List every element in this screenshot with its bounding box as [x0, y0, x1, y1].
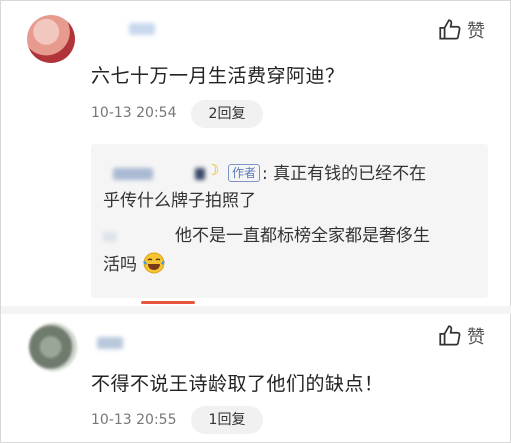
avatar[interactable]: [29, 323, 77, 371]
laughing-crying-emoji-icon: [143, 252, 165, 274]
like-label: 赞: [467, 21, 485, 42]
reply-line: : 真正有钱的已经不在: [262, 164, 427, 184]
author-tag: 作者: [228, 164, 261, 182]
reply-text: 作者: 真正有钱的已经不在: [228, 160, 488, 188]
reply-count-button[interactable]: 2回复: [191, 100, 263, 128]
reply-line: 活吗: [103, 255, 137, 275]
like-label: 赞: [467, 327, 485, 348]
replies-panel[interactable]: ☽ 作者: 真正有钱的已经不在 乎传什么牌子拍照了 他不是一直都标榜全家都是奢侈…: [91, 144, 488, 298]
comment-text: 六七十万一月生活费穿阿迪？: [91, 65, 345, 87]
reply-count-button[interactable]: 1回复: [191, 406, 263, 434]
comment-divider: [1, 306, 511, 314]
reply-username-blurred[interactable]: [103, 232, 117, 242]
active-indicator: [141, 301, 195, 304]
avatar[interactable]: [27, 15, 75, 63]
thumbs-up-icon: [439, 325, 461, 346]
username-blurred[interactable]: [97, 337, 123, 349]
reply-text: 活吗: [103, 251, 166, 279]
reply-username-blurred[interactable]: [113, 168, 153, 180]
username-blurred[interactable]: [129, 23, 155, 35]
thumbs-up-icon: [439, 19, 461, 40]
comment-screenshot: 赞 六七十万一月生活费穿阿迪？ 10-13 20:54 2回复 ☽ 作者: 真正…: [0, 0, 511, 443]
reply-line: 他不是一直都标榜全家都是奢侈生: [175, 226, 430, 246]
reply-username-blurred[interactable]: [195, 168, 205, 180]
comment-time: 10-13 20:54: [91, 105, 177, 121]
comment-time: 10-13 20:55: [91, 412, 177, 428]
comment-text: 不得不说王诗龄取了他们的缺点！: [91, 373, 384, 395]
moon-emoji-icon: ☽: [206, 161, 220, 179]
like-button[interactable]: 赞: [437, 323, 485, 349]
like-button[interactable]: 赞: [437, 17, 485, 43]
reply-line: 乎传什么牌子拍照了: [103, 191, 256, 211]
